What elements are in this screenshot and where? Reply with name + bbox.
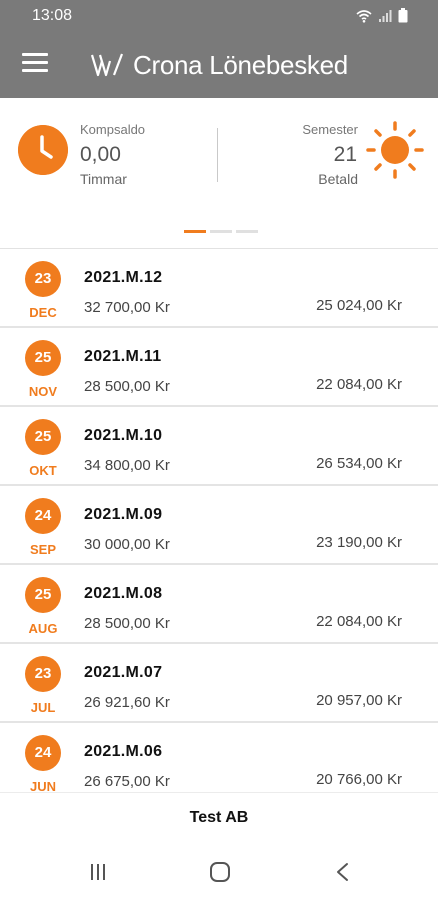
gross-amount: 32 700,00 Kr — [84, 299, 170, 316]
gross-amount: 26 921,60 Kr — [84, 694, 170, 711]
semester-value: 21 — [333, 143, 357, 166]
payslip-row[interactable]: 25 NOV 2021.M.11 28 500,00 Kr 22 084,00 … — [0, 328, 438, 407]
month-label: AUG — [28, 621, 58, 636]
payslip-row[interactable]: 25 OKT 2021.M.10 34 800,00 Kr 26 534,00 … — [0, 407, 438, 486]
system-nav-bar — [0, 844, 438, 900]
net-amount: 20 766,00 Kr — [316, 771, 402, 788]
clock-icon — [18, 125, 68, 175]
home-icon[interactable] — [205, 860, 235, 884]
month-label: JUN — [29, 779, 56, 792]
net-amount: 23 190,00 Kr — [316, 534, 402, 551]
day-badge: 24 — [25, 498, 61, 534]
company-name: Test AB — [189, 809, 249, 826]
battery-icon — [398, 8, 408, 23]
status-icons — [356, 8, 408, 23]
wifi-icon — [356, 9, 372, 23]
day-badge: 25 — [25, 340, 61, 376]
status-bar: 13:08 — [0, 0, 438, 32]
payslip-row[interactable]: 23 JUL 2021.M.07 26 921,60 Kr 20 957,00 … — [0, 644, 438, 723]
gross-amount: 30 000,00 Kr — [84, 536, 170, 553]
app-bar: Crona Lönebesked — [0, 32, 438, 98]
day-badge: 23 — [25, 261, 61, 297]
summary-divider — [217, 128, 218, 182]
komp-unit: Timmar — [80, 171, 127, 187]
gross-amount: 28 500,00 Kr — [84, 615, 170, 632]
page-dot-1 — [184, 230, 206, 233]
gross-amount: 28 500,00 Kr — [84, 378, 170, 395]
payslip-row[interactable]: 24 JUN 2021.M.06 26 675,00 Kr 20 766,00 … — [0, 723, 438, 792]
signal-icon — [379, 9, 392, 22]
month-label: NOV — [28, 384, 58, 399]
back-icon[interactable] — [328, 860, 358, 884]
payslip-row[interactable]: 23 DEC 2021.M.12 32 700,00 Kr 25 024,00 … — [0, 249, 438, 328]
month-label: OKT — [29, 463, 57, 478]
payslip-period: 2021.M.12 — [84, 269, 163, 286]
semester-unit: Betald — [318, 171, 358, 187]
komp-value: 0,00 — [80, 143, 121, 166]
payslip-period: 2021.M.09 — [84, 506, 163, 523]
net-amount: 25 024,00 Kr — [316, 297, 402, 314]
payslip-period: 2021.M.11 — [84, 348, 162, 365]
payslip-period: 2021.M.07 — [84, 664, 163, 681]
payslip-row[interactable]: 24 SEP 2021.M.09 30 000,00 Kr 23 190,00 … — [0, 486, 438, 565]
hamburger-menu-icon[interactable] — [22, 53, 48, 75]
sun-icon — [366, 121, 424, 179]
month-label: JUL — [30, 700, 56, 715]
day-badge: 25 — [25, 419, 61, 455]
status-time: 13:08 — [32, 7, 73, 24]
semester-label: Semester — [302, 122, 358, 137]
net-amount: 26 534,00 Kr — [316, 455, 402, 472]
day-badge: 23 — [25, 656, 61, 692]
day-badge: 25 — [25, 577, 61, 613]
app-title: Crona Lönebesked — [133, 50, 348, 80]
page-indicator — [184, 230, 258, 233]
page-dot-2 — [210, 230, 232, 233]
net-amount: 20 957,00 Kr — [316, 692, 402, 709]
recents-icon[interactable] — [83, 860, 113, 884]
gross-amount: 26 675,00 Kr — [84, 773, 170, 790]
page-dot-3 — [236, 230, 258, 233]
payslip-row[interactable]: 25 AUG 2021.M.08 28 500,00 Kr 22 084,00 … — [0, 565, 438, 644]
net-amount: 22 084,00 Kr — [316, 613, 402, 630]
gross-amount: 34 800,00 Kr — [84, 457, 170, 474]
payslip-period: 2021.M.08 — [84, 585, 163, 602]
payslip-period: 2021.M.06 — [84, 743, 163, 760]
day-badge: 24 — [25, 735, 61, 771]
month-label: DEC — [29, 305, 57, 320]
crona-logo-icon — [90, 53, 124, 77]
payslip-period: 2021.M.10 — [84, 427, 163, 444]
summary-panel[interactable]: Kompsaldo 0,00 Timmar Semester 21 Betald — [0, 98, 438, 248]
month-label: SEP — [29, 542, 56, 557]
company-bar[interactable]: Test AB — [0, 792, 438, 844]
net-amount: 22 084,00 Kr — [316, 376, 402, 393]
komp-label: Kompsaldo — [80, 122, 146, 137]
payslip-list[interactable]: 23 DEC 2021.M.12 32 700,00 Kr 25 024,00 … — [0, 248, 438, 792]
